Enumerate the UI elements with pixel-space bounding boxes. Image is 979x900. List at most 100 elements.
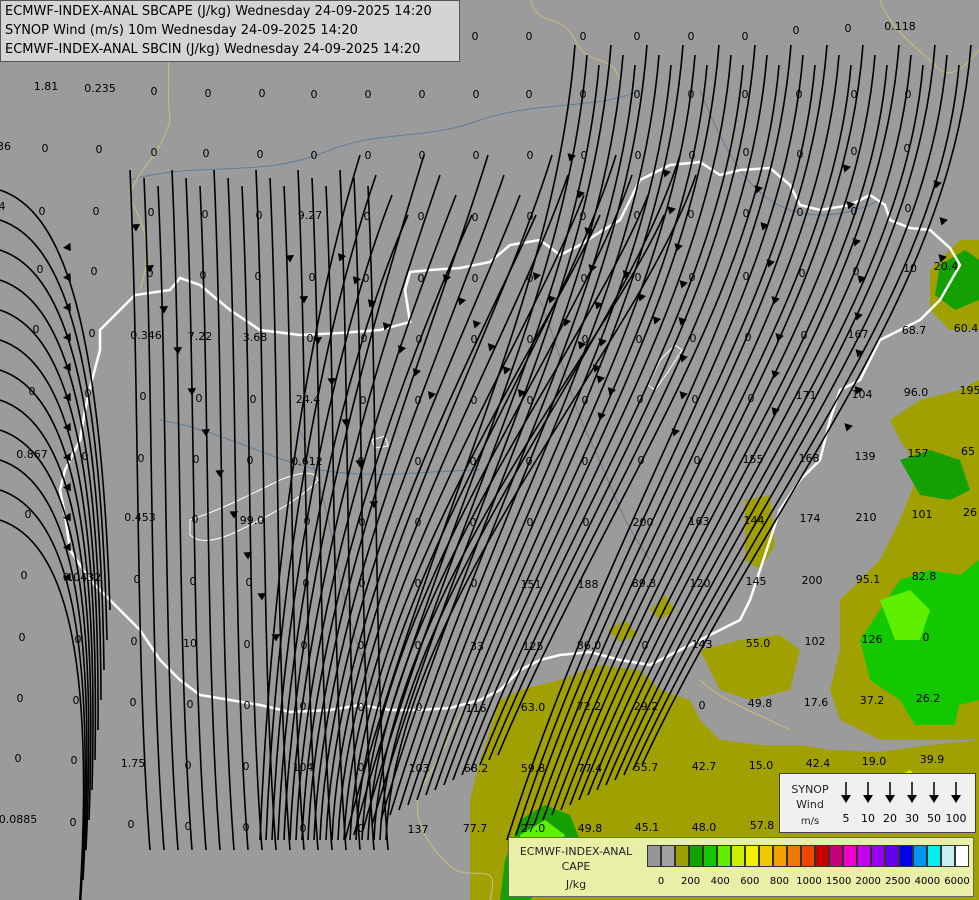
cape-value-label: 0 (307, 332, 314, 345)
cape-value-label: 0 (637, 393, 644, 406)
cape-value-label: 0 (33, 323, 40, 336)
cape-value-label: 102 (805, 635, 826, 648)
cape-value-label: 0 (580, 210, 587, 223)
cape-value-label: 174 (800, 512, 821, 525)
cape-value-label: 0 (471, 333, 478, 346)
cape-value-label: 145 (746, 575, 767, 588)
map-canvas[interactable]: 0 0 0 0 0 0 0 0 0.118 1.81 0.235 0 0 0 0 0 0 0 0 0 0 0 0 0 0 0 36 0… (0, 0, 979, 900)
cape-color-swatch (955, 845, 969, 867)
cape-value-label: 0 (415, 516, 422, 529)
cape-value-label: 0 (200, 269, 207, 282)
cape-value-label: 0 (580, 88, 587, 101)
cape-scale-label: 600 (740, 876, 760, 887)
cape-value-label: 0 (29, 385, 36, 398)
cape-value-label: 0 (634, 88, 641, 101)
cape-value-label: 157 (908, 447, 929, 460)
cape-value-label: 26.2 (916, 692, 941, 705)
cape-value-label: 10 (903, 262, 917, 275)
cape-scale-label: 800 (769, 876, 789, 887)
cape-value-label: 0 (745, 331, 752, 344)
cape-value-label: 0 (416, 333, 423, 346)
cape-value-label: 0 (202, 208, 209, 221)
cape-value-label: 103 (409, 762, 430, 775)
cape-value-label: 0 (205, 87, 212, 100)
cape-value-label: 0 (192, 513, 199, 526)
cape-color-swatch (885, 845, 899, 867)
cape-value-label: 0 (581, 149, 588, 162)
cape-value-label: 68.2 (464, 762, 489, 775)
cape-legend: ECMWF-INDEX-ANAL CAPE J/kg 0 200 400 600 800… (508, 837, 974, 897)
cape-color-swatch (871, 845, 885, 867)
cape-value-label: 9.27 (298, 209, 323, 222)
cape-value-label: 0.235 (84, 82, 116, 95)
cape-legend-title: ECMWF-INDEX-ANAL CAPE (513, 844, 639, 874)
cape-value-label: 72.2 (577, 700, 602, 713)
cape-value-label: 0 (140, 390, 147, 403)
cape-value-label: 101 (912, 508, 933, 521)
cape-value-label: 15.0 (749, 759, 774, 772)
cape-value-label: 0.867 (16, 448, 48, 461)
cape-color-swatch (661, 845, 675, 867)
cape-value-label: 45.1 (635, 821, 660, 834)
cape-value-label: 0 (244, 638, 251, 651)
cape-value-label: 0 (300, 700, 307, 713)
cape-value-label: 168 (799, 452, 820, 465)
cape-value-label: 0.453 (124, 511, 156, 524)
cape-value-label: 0 (743, 207, 750, 220)
cape-value-label: 0 (365, 88, 372, 101)
cape-value-label: 0 (89, 327, 96, 340)
cape-value-label: 0 (743, 146, 750, 159)
cape-value-label: 57.8 (750, 819, 775, 832)
cape-value-label: 0 (91, 265, 98, 278)
cape-value-label: 0 (635, 271, 642, 284)
title-sbcin: ECMWF-INDEX-ANAL SBCIN (J/kg) Wednesday … (5, 42, 421, 57)
cape-value-label: 63.0 (521, 701, 546, 714)
cape-scale-label: 4000 (914, 876, 941, 887)
cape-scale-label: 1500 (825, 876, 852, 887)
cape-value-label: 0 (257, 148, 264, 161)
wind-legend-arrow-icon (906, 782, 918, 804)
cape-value-label: 0 (246, 576, 253, 589)
cape-value-label: 0 (472, 211, 479, 224)
cape-value-label: 4 (0, 200, 6, 213)
cape-value-label: 0.0885 (0, 813, 37, 826)
cape-value-label: 0 (148, 206, 155, 219)
cape-color-swatch (773, 845, 787, 867)
cape-scale-label: 1000 (796, 876, 822, 887)
cape-value-label: 0 (418, 210, 425, 223)
cape-color-swatch (787, 845, 801, 867)
cape-value-label: 0 (796, 88, 803, 101)
cape-color-swatch (675, 845, 689, 867)
cape-value-label: 0 (42, 142, 49, 155)
cape-value-label: 82.8 (912, 570, 937, 583)
cape-value-label: 0 (851, 145, 858, 158)
wind-legend-label: 30 (905, 812, 919, 825)
cape-value-label: 200 (802, 574, 823, 587)
cape-value-label: 0 (131, 635, 138, 648)
cape-value-label: 33 (470, 640, 484, 653)
wind-legend: SYNOP Wind m/s 5 10 20 30 50 100 (779, 773, 976, 833)
cape-value-label: 65 (961, 445, 975, 458)
wind-legend-arrow-icon (840, 782, 852, 804)
cape-value-label: 0 (311, 149, 318, 162)
cape-value-label: 0 (690, 332, 697, 345)
cape-value-label: 0 (255, 270, 262, 283)
cape-value-label: 36 (0, 140, 11, 153)
cape-value-label: 0 (17, 692, 24, 705)
cape-value-label: 171 (796, 389, 817, 402)
cape-value-label: 0 (688, 88, 695, 101)
cape-value-label: 1.81 (34, 80, 59, 93)
cape-value-label: 195 (960, 384, 979, 397)
cape-value-label: 0 (358, 639, 365, 652)
cape-value-label: 143 (692, 638, 713, 651)
cape-value-label: 24.4 (296, 393, 321, 406)
cape-value-label: 0 (190, 575, 197, 588)
cape-value-label: 0 (75, 633, 82, 646)
cape-value-label: 0 (358, 455, 365, 468)
cape-value-label: 0 (689, 271, 696, 284)
cape-value-label: 0 (905, 202, 912, 215)
cape-value-label: 0 (415, 394, 422, 407)
cape-scale-label: 2500 (885, 876, 911, 887)
cape-value-label: 48.0 (692, 821, 717, 834)
cape-value-label: 42.4 (806, 757, 831, 770)
